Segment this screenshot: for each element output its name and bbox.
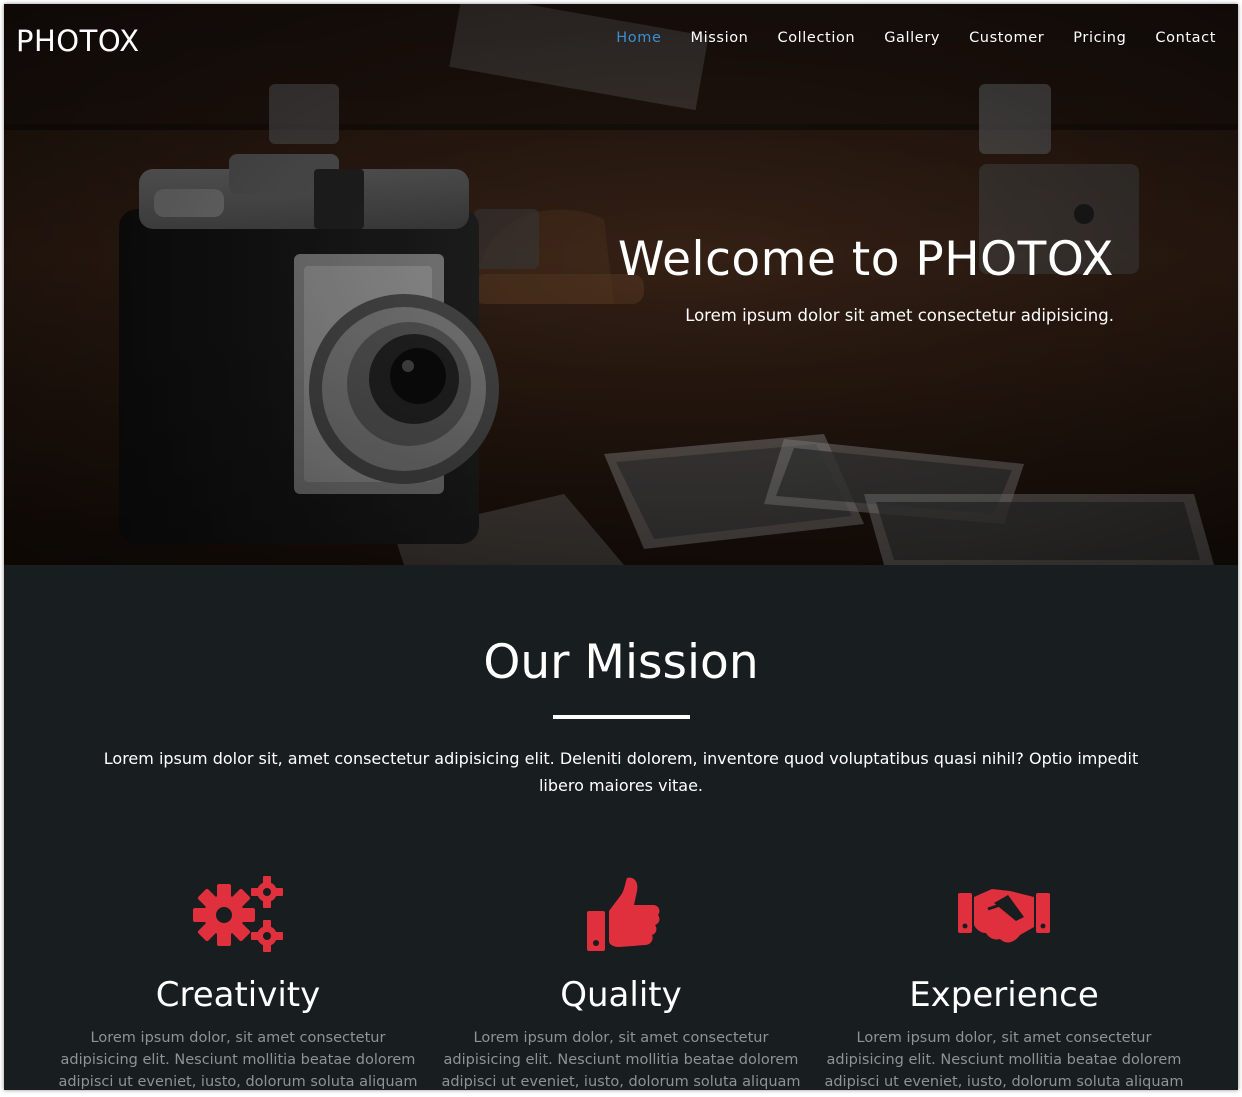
thumbs-up-icon (587, 877, 660, 951)
hero-section: PHOTOX Home Mission Collection Gallery C… (4, 4, 1238, 565)
nav-link-collection[interactable]: Collection (777, 30, 855, 46)
nav-link-gallery[interactable]: Gallery (884, 30, 940, 46)
nav-link-pricing[interactable]: Pricing (1073, 30, 1126, 46)
nav-link-customer[interactable]: Customer (969, 30, 1044, 46)
title-underline-divider (553, 715, 690, 719)
handshake-icon (958, 889, 1050, 943)
brand-logo[interactable]: PHOTOX (16, 24, 140, 58)
main-nav: Home Mission Collection Gallery Customer… (587, 30, 1216, 46)
feature-title: Quality (560, 975, 682, 1015)
feature-text: Lorem ipsum dolor, sit amet consectetur … (441, 1030, 801, 1090)
feature-text: Lorem ipsum dolor, sit amet consectetur … (824, 1030, 1184, 1090)
nav-link-mission[interactable]: Mission (691, 30, 749, 46)
feature-title: Experience (909, 975, 1099, 1015)
feature-creativity: Creativity Lorem ipsum dolor, sit amet c… (47, 875, 429, 1090)
feature-quality: Quality Lorem ipsum dolor, sit amet cons… (430, 875, 812, 1090)
mission-description: Lorem ipsum dolor sit, amet consectetur … (103, 749, 1139, 795)
hero-title: Welcome to PHOTOX (617, 232, 1114, 287)
nav-link-contact[interactable]: Contact (1155, 30, 1216, 46)
nav-link-home[interactable]: Home (616, 30, 661, 46)
hero-subtitle: Lorem ipsum dolor sit amet consectetur a… (685, 306, 1114, 325)
feature-title: Creativity (155, 975, 321, 1015)
gears-icon (193, 876, 283, 952)
page-frame: PHOTOX Home Mission Collection Gallery C… (4, 4, 1238, 1090)
mission-section: Our Mission Lorem ipsum dolor sit, amet … (4, 565, 1238, 1090)
mission-title: Our Mission (483, 635, 759, 690)
feature-text: Lorem ipsum dolor, sit amet consectetur … (58, 1030, 418, 1090)
feature-experience: Experience Lorem ipsum dolor, sit amet c… (813, 875, 1195, 1090)
